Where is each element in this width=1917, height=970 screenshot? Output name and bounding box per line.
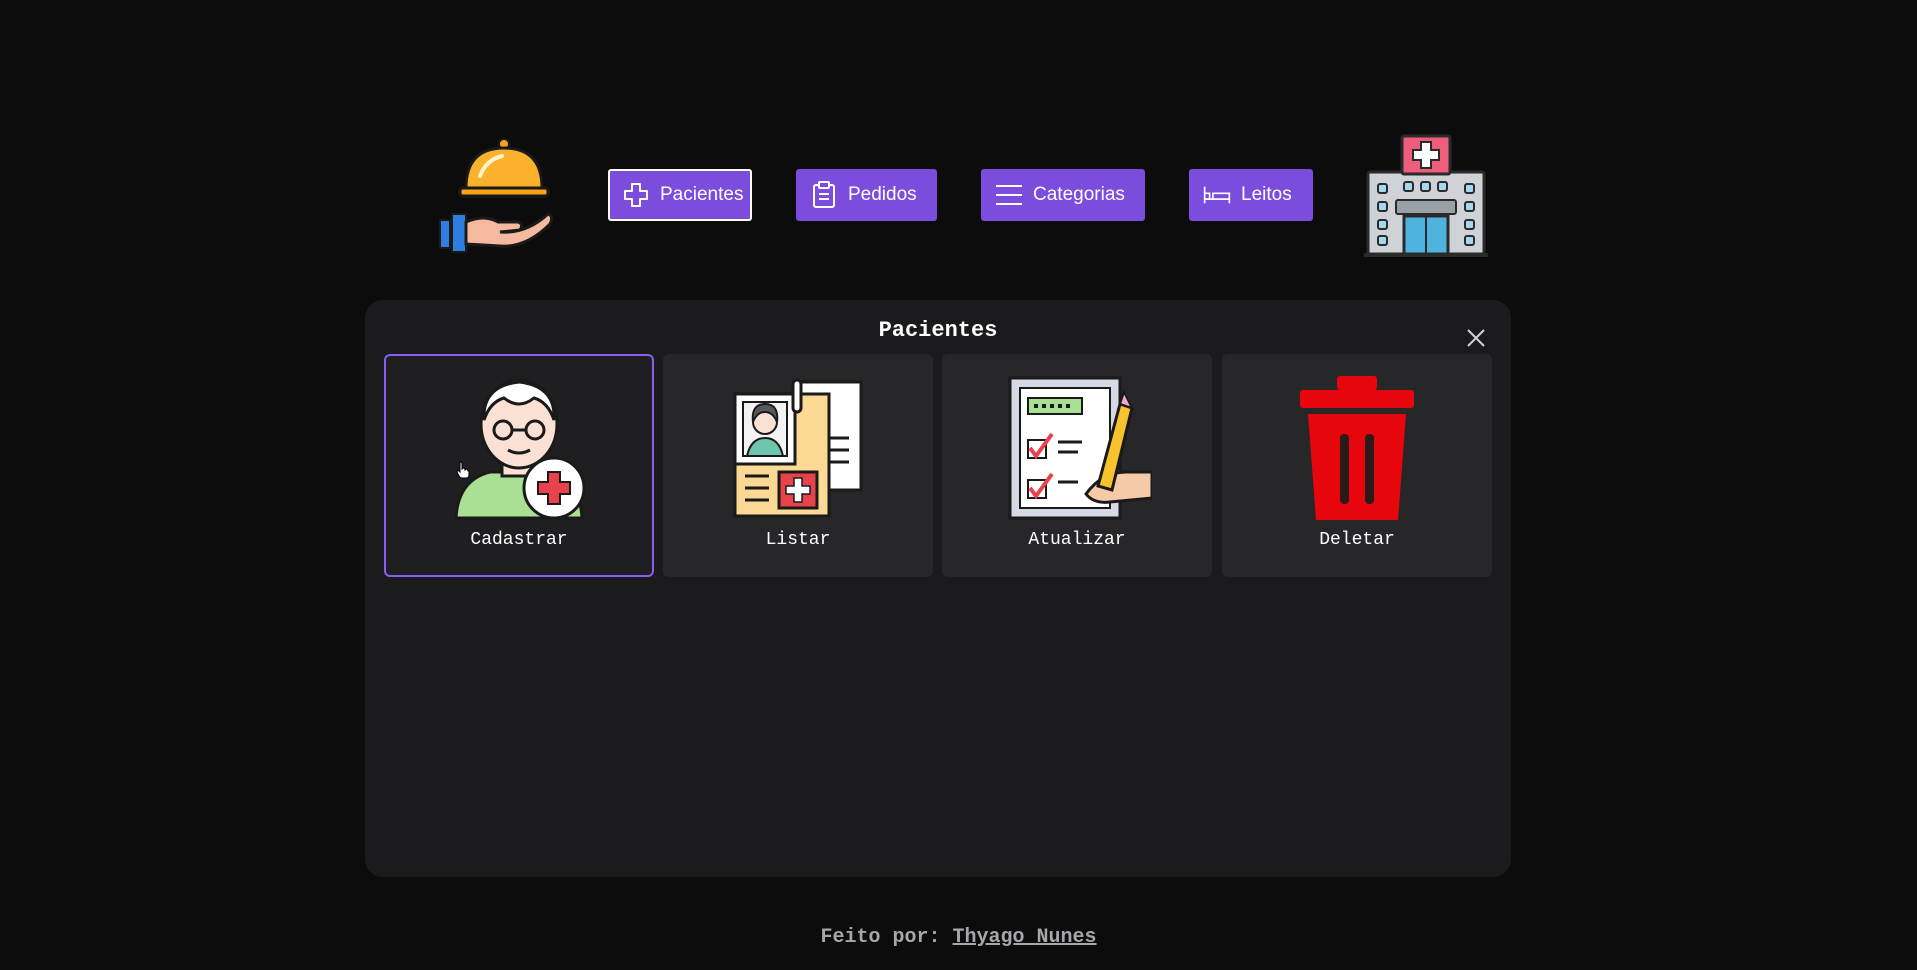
cadastrar-card[interactable]: Cadastrar [384, 354, 654, 577]
nav-pedidos-button[interactable]: Pedidos [796, 169, 937, 221]
close-icon[interactable] [1464, 326, 1488, 350]
plus-outline-icon [622, 181, 650, 209]
listar-label: Listar [765, 530, 831, 550]
footer-credit: Feito por: Thyago Nunes [0, 926, 1917, 949]
patient-records-icon [733, 378, 863, 518]
elderly-patient-add-icon [454, 378, 586, 520]
nav-pacientes-label: Pacientes [660, 184, 744, 205]
deletar-card[interactable]: Deletar [1222, 354, 1492, 577]
nav-pedidos-label: Pedidos [848, 184, 917, 205]
bed-icon [1203, 181, 1231, 209]
nav-leitos-button[interactable]: Leitos [1189, 169, 1313, 221]
menu-lines-icon [995, 181, 1023, 209]
footer-prefix: Feito por: [820, 926, 953, 949]
hand-pointer-cursor-icon [456, 461, 470, 479]
nav-pacientes-button[interactable]: Pacientes [608, 169, 752, 221]
hospital-building-icon [1364, 134, 1488, 257]
nav-categorias-label: Categorias [1033, 184, 1125, 205]
atualizar-label: Atualizar [1028, 530, 1126, 550]
deletar-label: Deletar [1319, 530, 1395, 550]
panel-title: Pacientes [878, 318, 998, 343]
clipboard-icon [810, 181, 838, 209]
author-link[interactable]: Thyago Nunes [953, 926, 1097, 949]
top-navigation: Pacientes Pedidos Categorias Leitos [0, 0, 1917, 290]
cadastrar-label: Cadastrar [470, 530, 568, 550]
nav-categorias-button[interactable]: Categorias [981, 169, 1145, 221]
atualizar-card[interactable]: Atualizar [942, 354, 1212, 577]
listar-card[interactable]: Listar [663, 354, 933, 577]
nav-leitos-label: Leitos [1241, 184, 1292, 205]
trash-icon [1300, 376, 1414, 520]
food-serving-hand-icon [439, 138, 554, 253]
pacientes-panel: Pacientes Cadastrar Listar Atualizar Del… [365, 300, 1511, 877]
checklist-edit-icon [1008, 376, 1152, 520]
